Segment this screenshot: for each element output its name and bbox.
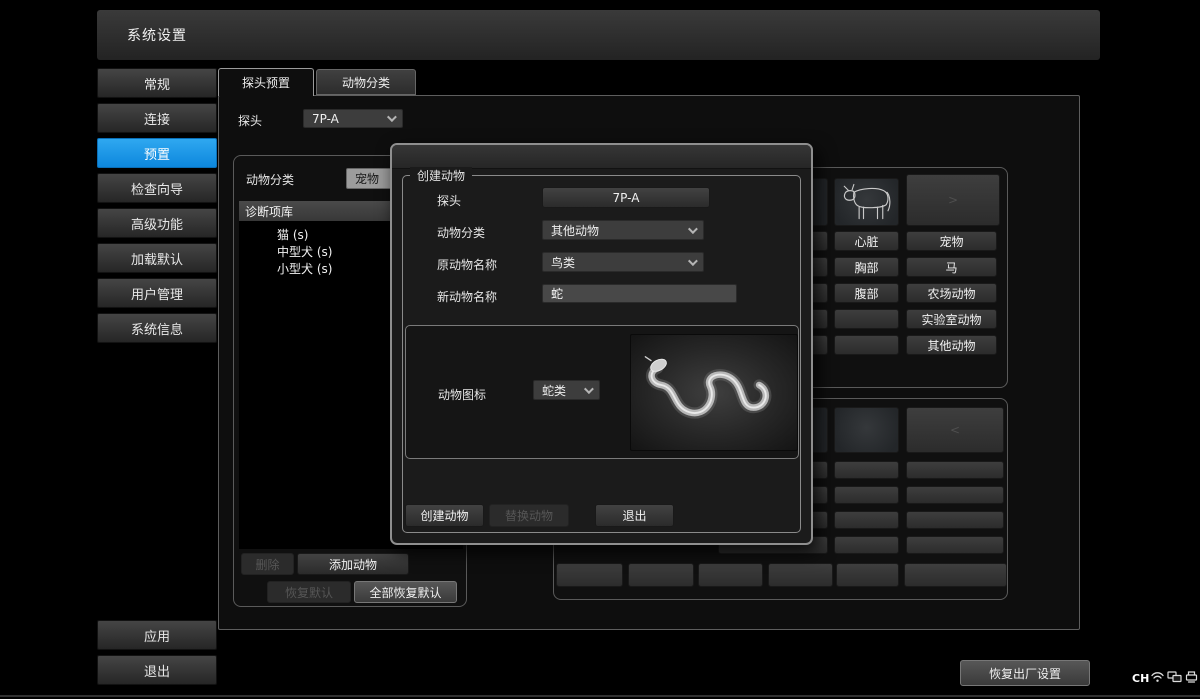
grid-button[interactable]	[906, 461, 1004, 479]
screen-bottom-edge	[0, 695, 1200, 697]
sidebar-item-exam-wizard[interactable]: 检查向导	[97, 173, 217, 203]
grid-button[interactable]	[628, 563, 694, 587]
create-animal-button[interactable]: 创建动物	[405, 504, 484, 527]
grid-button[interactable]	[768, 563, 833, 587]
create-animal-dialog: 创建动物 探头 7P-A 动物分类 其他动物 原动物名称 鸟类 新动物名称 蛇 …	[390, 143, 813, 545]
category-farm-button[interactable]: 农场动物	[906, 283, 997, 303]
cow-image-box[interactable]	[834, 178, 899, 226]
language-indicator[interactable]: CH	[1132, 672, 1149, 685]
category-horse-button[interactable]: 马	[906, 257, 997, 277]
chevron-down-icon	[584, 384, 594, 394]
exit-button[interactable]: 退出	[97, 655, 217, 685]
category-dropdown-value: 宠物	[355, 170, 379, 187]
chevron-down-icon	[688, 224, 698, 234]
dialog-source-value: 鸟类	[551, 254, 575, 271]
grid-button[interactable]	[834, 511, 899, 529]
tab-probe-preset[interactable]: 探头预置	[218, 68, 314, 96]
category-lab-button[interactable]: 实验室动物	[906, 309, 997, 329]
sidebar-item-advanced[interactable]: 高级功能	[97, 208, 217, 238]
dialog-probe-label: 探头	[437, 192, 461, 209]
body-part-chest-button[interactable]: 胸部	[834, 257, 899, 277]
body-part-heart-button[interactable]: 心脏	[834, 231, 899, 251]
dialog-source-label: 原动物名称	[437, 256, 497, 273]
grid-button[interactable]	[556, 563, 623, 587]
tab-animal-category[interactable]: 动物分类	[316, 69, 416, 95]
title-bar: 系统设置	[97, 10, 1100, 60]
cow-icon	[838, 181, 896, 223]
collapse-button[interactable]: <	[906, 407, 1004, 453]
chevron-down-icon	[387, 112, 397, 122]
animal-category-label: 动物分类	[246, 171, 294, 188]
snake-icon	[634, 338, 794, 448]
grid-button[interactable]	[834, 309, 899, 329]
device-icon[interactable]	[1184, 669, 1199, 688]
sidebar-item-general[interactable]: 常规	[97, 68, 217, 98]
right-arrow-label: >	[948, 193, 958, 207]
grid-button[interactable]	[906, 536, 1004, 554]
delete-button[interactable]: 删除	[241, 553, 294, 575]
wifi-icon[interactable]	[1150, 669, 1165, 688]
dialog-source-dropdown[interactable]: 鸟类	[542, 252, 704, 272]
sidebar-item-user-mgmt[interactable]: 用户管理	[97, 278, 217, 308]
dialog-probe-value: 7P-A	[542, 187, 710, 208]
animal-image-box[interactable]	[834, 407, 899, 453]
grid-button[interactable]	[834, 536, 899, 554]
probe-label: 探头	[238, 112, 262, 129]
left-arrow-label: <	[950, 423, 960, 437]
sidebar-item-load-default[interactable]: 加载默认	[97, 243, 217, 273]
chevron-down-icon	[688, 256, 698, 266]
sidebar-item-preset[interactable]: 预置	[97, 138, 217, 168]
category-other-button[interactable]: 其他动物	[906, 335, 997, 355]
animal-preview-box	[630, 334, 798, 451]
animal-icon-label: 动物图标	[438, 386, 486, 403]
grid-button[interactable]	[906, 511, 1004, 529]
grid-button[interactable]	[834, 335, 899, 355]
probe-dropdown[interactable]: 7P-A	[303, 109, 403, 128]
restore-default-button[interactable]: 恢复默认	[267, 581, 351, 603]
grid-button[interactable]	[698, 563, 763, 587]
grid-button[interactable]	[836, 563, 899, 587]
grid-button[interactable]	[834, 486, 899, 504]
restore-all-default-button[interactable]: 全部恢复默认	[354, 581, 457, 603]
grid-button[interactable]	[906, 486, 1004, 504]
sidebar-item-connect[interactable]: 连接	[97, 103, 217, 133]
replace-animal-button[interactable]: 替换动物	[489, 504, 569, 527]
expand-button[interactable]: >	[906, 174, 1000, 226]
new-name-input[interactable]: 蛇	[542, 284, 737, 303]
grid-button[interactable]	[904, 563, 1007, 587]
dialog-exit-button[interactable]: 退出	[595, 504, 674, 527]
sidebar-item-system-info[interactable]: 系统信息	[97, 313, 217, 343]
animal-icon-dropdown[interactable]: 蛇类	[533, 380, 600, 400]
add-animal-button[interactable]: 添加动物	[297, 553, 409, 575]
dialog-title-bar	[392, 145, 811, 169]
dialog-category-value: 其他动物	[551, 222, 599, 239]
animal-icon-value: 蛇类	[542, 382, 566, 399]
dialog-new-name-label: 新动物名称	[437, 288, 497, 305]
dialog-category-label: 动物分类	[437, 224, 485, 241]
category-pet-button[interactable]: 宠物	[906, 231, 997, 251]
probe-dropdown-value: 7P-A	[312, 112, 339, 126]
animal-icon-section: 动物图标 蛇类	[405, 325, 799, 459]
system-settings-screen: 系统设置 常规 连接 预置 检查向导 高级功能 加载默认 用户管理 系统信息 应…	[0, 0, 1200, 699]
body-part-abdomen-button[interactable]: 腹部	[834, 283, 899, 303]
dialog-category-dropdown[interactable]: 其他动物	[542, 220, 704, 240]
factory-reset-button[interactable]: 恢复出厂设置	[960, 660, 1090, 686]
grid-button[interactable]	[834, 461, 899, 479]
page-title: 系统设置	[127, 25, 187, 45]
dialog-title: 创建动物	[410, 167, 472, 184]
apply-button[interactable]: 应用	[97, 620, 217, 650]
dual-screen-icon[interactable]	[1167, 669, 1182, 688]
